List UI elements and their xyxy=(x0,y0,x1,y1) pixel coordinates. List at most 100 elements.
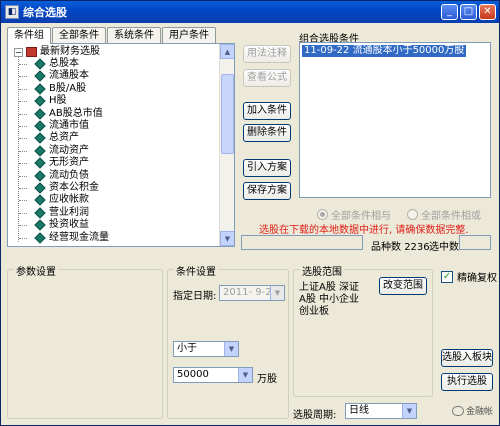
date-select[interactable]: 2011- 9-22 ▼ xyxy=(219,285,285,301)
radio-any-or[interactable]: 全部条件相或 xyxy=(407,207,481,222)
tree-item[interactable]: 应收帐款 xyxy=(34,194,89,207)
range-text: 上证A股 深证 A股 中小企业 创业板 xyxy=(299,282,359,318)
scroll-down-icon[interactable]: ▼ xyxy=(220,231,234,246)
tree-item-label: 流通市值 xyxy=(49,120,89,131)
condition-tree-content: − 最新财务选股 总股本 流通股本 B股/A股 H股 AB股总市值 流通市值 总资产 流动资产… xyxy=(8,44,220,246)
period-select[interactable]: 日线 ▼ xyxy=(345,403,417,419)
tab-condition-group[interactable]: 条件组 xyxy=(7,27,51,44)
amount-input[interactable]: 50000 ▼ xyxy=(173,367,253,383)
app-icon: ◧ xyxy=(5,5,19,19)
add-to-block-button[interactable]: 选股入板块 xyxy=(441,349,493,367)
tree-item-label: B股/A股 xyxy=(49,82,87,94)
condition-icon xyxy=(34,182,46,194)
tree-item-label: H股 xyxy=(49,95,67,107)
wechat-icon xyxy=(451,405,464,416)
usage-note-button[interactable]: 用法注释 xyxy=(243,45,291,63)
operator-select[interactable]: 小于 ▼ xyxy=(173,341,239,357)
execute-screening-button[interactable]: 执行选股 xyxy=(441,373,493,391)
condition-icon xyxy=(34,132,46,145)
title-bar: ◧ 综合选股 _ □ ✕ xyxy=(1,1,499,23)
minimize-icon[interactable]: _ xyxy=(441,4,458,20)
param-settings-label: 参数设置 xyxy=(14,263,58,278)
condition-icon xyxy=(34,95,46,107)
save-scheme-button[interactable]: 保存方案 xyxy=(243,182,291,200)
window-title: 综合选股 xyxy=(23,6,67,19)
period-value: 日线 xyxy=(349,405,369,416)
radio-selected-icon xyxy=(317,209,328,220)
scroll-thumb[interactable] xyxy=(221,74,234,154)
tree-item[interactable]: AB股总市值 xyxy=(34,108,103,120)
condition-icon xyxy=(34,207,46,219)
chevron-down-icon[interactable]: ▼ xyxy=(402,404,416,418)
condition-icon xyxy=(34,58,46,70)
tree-item-label: AB股总市值 xyxy=(49,107,103,119)
count-label: 品种数 2236 xyxy=(371,242,430,253)
stock-screener-window: ◧ 综合选股 _ □ ✕ 条件组 全部条件 系统条件 用户条件 − 最新财务选股… xyxy=(0,0,500,426)
combined-condition-item[interactable]: 11-09-22 流通股本小于50000万股 xyxy=(302,45,467,57)
condition-icon xyxy=(34,107,46,120)
tree-item[interactable]: 流通股本 xyxy=(34,70,89,83)
view-formula-button[interactable]: 查看公式 xyxy=(243,69,291,87)
tree-item[interactable]: 资本公积金 xyxy=(34,182,99,194)
unit-label: 万股 xyxy=(257,374,277,385)
range-line-2: A股 中小企业 xyxy=(299,294,360,305)
operator-value: 小于 xyxy=(177,343,197,354)
folder-icon xyxy=(26,47,37,57)
tab-all-conditions[interactable]: 全部条件 xyxy=(52,27,106,43)
tree-item[interactable]: 无形资产 xyxy=(34,157,89,169)
add-condition-button[interactable]: 加入条件 xyxy=(243,102,291,120)
vertical-scrollbar[interactable]: ▲ ▼ xyxy=(219,44,234,246)
tree-item[interactable]: 总资产 xyxy=(34,132,79,145)
combined-conditions-list[interactable]: 11-09-22 流通股本小于50000万股 xyxy=(299,42,491,198)
exact-restore-label: 精确复权 xyxy=(457,273,497,284)
range-line-1: 上证A股 深证 xyxy=(299,282,360,293)
radio-all-and[interactable]: 全部条件相与 xyxy=(317,207,391,222)
chevron-down-icon[interactable]: ▼ xyxy=(270,286,284,300)
period-label: 选股周期: xyxy=(293,410,337,421)
tab-system-conditions[interactable]: 系统条件 xyxy=(107,27,161,43)
condition-icon xyxy=(34,83,46,95)
tree-item-label: 资本公积金 xyxy=(49,182,99,193)
tree-item[interactable]: 流动负债 xyxy=(34,170,89,182)
condition-icon xyxy=(34,157,46,169)
tree-item[interactable]: 投资收益 xyxy=(34,219,89,231)
tree-root[interactable]: − 最新财务选股 xyxy=(14,46,100,58)
import-scheme-button[interactable]: 引入方案 xyxy=(243,159,291,177)
condition-icon xyxy=(34,219,46,231)
tree-root-label: 最新财务选股 xyxy=(40,46,100,57)
watermark: 金融帐 xyxy=(451,404,493,417)
tree-item[interactable]: 流动资产 xyxy=(34,145,89,157)
radio-any-or-label: 全部条件相或 xyxy=(421,211,481,222)
count-value: 2236 xyxy=(404,242,430,253)
checkmark-icon: ✓ xyxy=(441,270,453,283)
radio-empty-icon xyxy=(407,209,418,220)
condition-tree[interactable]: − 最新财务选股 总股本 流通股本 B股/A股 H股 AB股总市值 流通市值 总资产 流动资产… xyxy=(7,43,235,247)
tree-item-label: 营业利润 xyxy=(49,206,89,218)
date-label: 指定日期: xyxy=(173,291,217,302)
chevron-down-icon[interactable]: ▼ xyxy=(224,342,238,356)
tree-item[interactable]: 总股本 xyxy=(34,58,79,70)
exact-restore-checkbox[interactable]: ✓ 精确复权 xyxy=(441,269,497,284)
change-range-button[interactable]: 改变范围 xyxy=(379,277,427,295)
progress-field xyxy=(241,235,363,250)
tab-user-conditions[interactable]: 用户条件 xyxy=(162,27,216,43)
chevron-down-icon[interactable]: ▼ xyxy=(238,368,252,382)
tree-item[interactable]: B股/A股 xyxy=(34,83,86,95)
param-settings-group: 参数设置 xyxy=(7,263,163,419)
tree-item[interactable]: H股 xyxy=(34,95,67,107)
tree-item[interactable]: 经营现金流量 xyxy=(34,232,109,244)
collapse-icon[interactable]: − xyxy=(14,47,23,57)
condition-icon xyxy=(34,169,46,182)
close-icon[interactable]: ✕ xyxy=(479,4,496,20)
range-line-3: 创业板 xyxy=(299,306,329,317)
scroll-up-icon[interactable]: ▲ xyxy=(220,44,234,59)
tree-item-label: 流动资产 xyxy=(49,144,89,156)
condition-settings-label: 条件设置 xyxy=(174,263,218,278)
maximize-icon[interactable]: □ xyxy=(460,4,477,20)
tree-item[interactable]: 流通市值 xyxy=(34,120,89,132)
tree-item-label: 投资收益 xyxy=(49,219,89,231)
watermark-text: 金融帐 xyxy=(465,407,493,417)
delete-condition-button[interactable]: 删除条件 xyxy=(243,124,291,142)
tree-item[interactable]: 营业利润 xyxy=(34,207,89,219)
condition-icon xyxy=(34,70,46,83)
